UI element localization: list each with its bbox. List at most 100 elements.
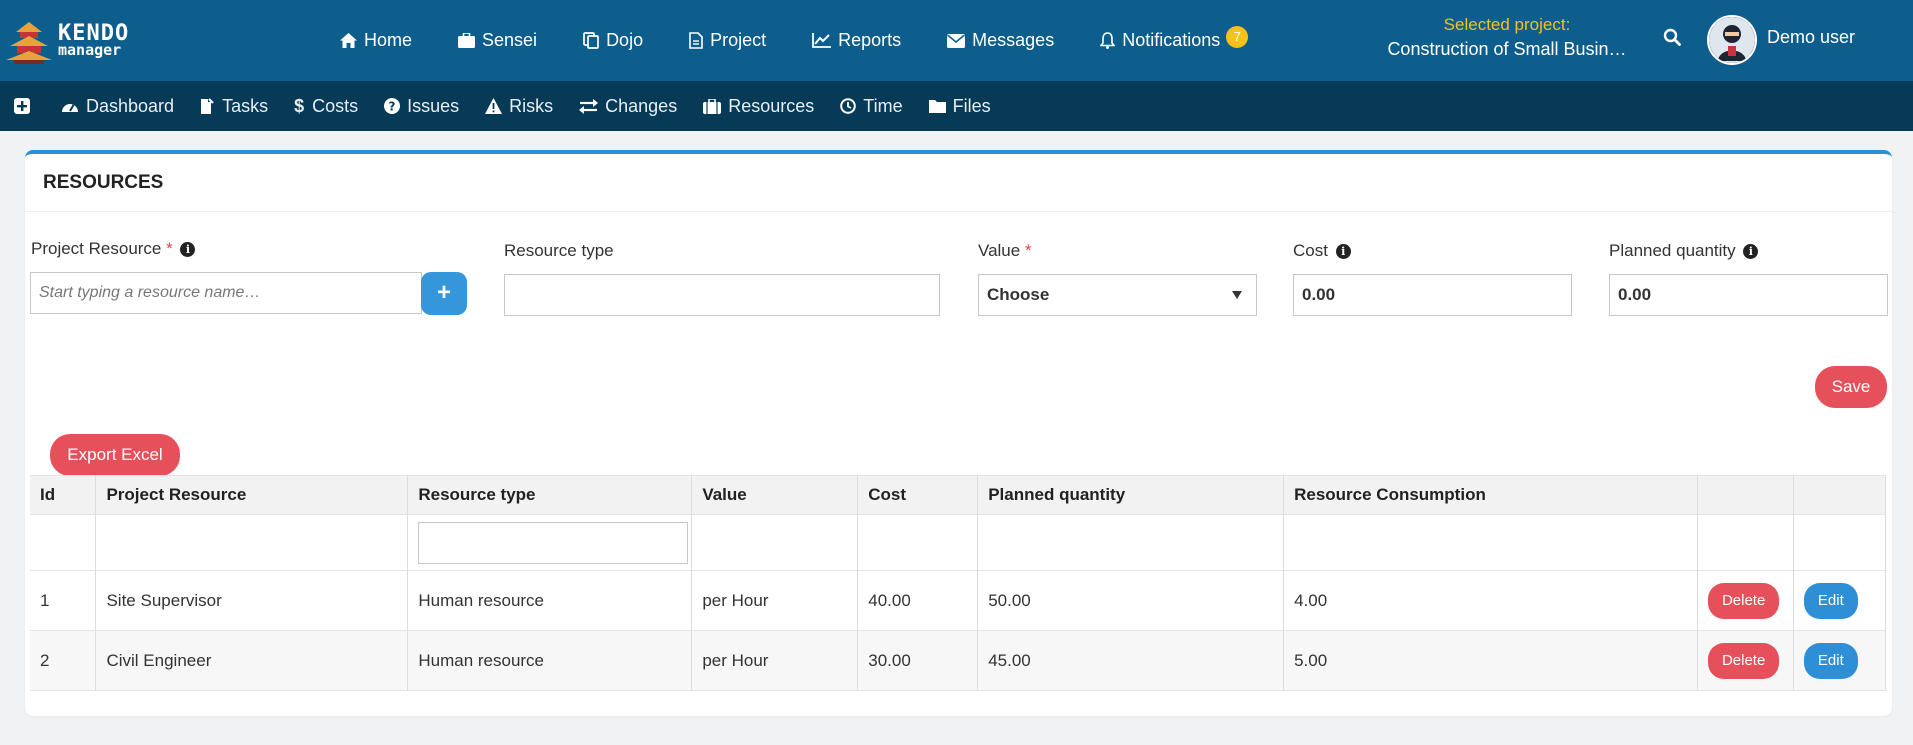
folder-icon [928, 100, 946, 113]
home-icon [340, 33, 357, 48]
avatar[interactable] [1707, 15, 1757, 65]
cell-project-resource: Site Supervisor [95, 570, 409, 631]
search-icon [1663, 28, 1681, 46]
cell-resource-type: Human resource [407, 570, 693, 631]
bell-icon [1100, 32, 1116, 49]
copy-icon [583, 32, 599, 49]
file-icon [689, 32, 703, 49]
cell-value: per Hour [691, 570, 859, 631]
cell-resource-type: Human resource [407, 630, 693, 691]
cost-group: Cost i [1293, 241, 1351, 261]
project-resource-label: Project Resource * i [31, 239, 196, 259]
project-subnav: Dashboard Tasks $ Costs ? Issues Risks C… [0, 81, 1913, 131]
filter-row [30, 514, 1887, 571]
export-excel-button[interactable]: Export Excel [50, 434, 180, 476]
cell-id: 2 [30, 630, 97, 691]
planned-quantity-input[interactable]: 0.00 [1609, 274, 1888, 316]
value-label: Value * [978, 241, 1032, 260]
value-select[interactable]: Choose [978, 274, 1257, 316]
delete-button[interactable]: Delete [1707, 642, 1780, 679]
table-row[interactable]: 2 Civil Engineer Human resource per Hour… [30, 630, 1887, 691]
subnav-tasks[interactable]: Tasks [200, 96, 268, 117]
question-icon: ? [384, 98, 401, 114]
nav-reports[interactable]: Reports [812, 30, 901, 51]
column-header-planned-quantity[interactable]: Planned quantity [977, 475, 1285, 515]
kendo-logo[interactable]: KENDO manager [6, 18, 146, 66]
planned-quantity-group: Planned quantity i [1609, 241, 1759, 261]
ninja-avatar-icon [1709, 17, 1755, 63]
nav-messages[interactable]: Messages [947, 30, 1054, 51]
project-resource-input[interactable]: Start typing a resource name… [30, 272, 422, 314]
info-icon[interactable]: i [1335, 244, 1351, 260]
planned-quantity-label: Planned quantity i [1609, 241, 1759, 261]
subnav-dashboard[interactable]: Dashboard [61, 96, 174, 117]
cell-project-resource: Civil Engineer [95, 630, 409, 691]
project-resource-group: Project Resource * i [31, 239, 196, 259]
suitcase-icon [703, 98, 722, 114]
logo-text: KENDO manager [58, 21, 130, 59]
delete-button[interactable]: Delete [1707, 582, 1780, 619]
resource-type-filter-input[interactable] [418, 521, 689, 564]
column-header-id[interactable]: Id [30, 475, 97, 515]
table-row[interactable]: 1 Site Supervisor Human resource per Hou… [30, 570, 1887, 631]
notifications-badge: 7 [1226, 25, 1249, 48]
tasks-icon [201, 97, 214, 114]
cell-cost: 40.00 [857, 570, 979, 631]
add-resource-button[interactable]: + [421, 272, 467, 315]
column-header-edit [1793, 475, 1887, 515]
dashboard-icon [62, 103, 78, 112]
cell-planned-quantity: 45.00 [977, 630, 1285, 691]
subnav-changes[interactable]: Changes [579, 96, 677, 117]
selected-project[interactable]: Selected project: Construction of Small … [1372, 15, 1642, 60]
column-header-project-resource[interactable]: Project Resource [95, 475, 409, 515]
search-button[interactable] [1663, 28, 1681, 51]
subnav-costs[interactable]: $ Costs [294, 96, 358, 117]
column-header-delete [1697, 475, 1794, 515]
dollar-icon: $ [294, 95, 305, 116]
nav-sensei[interactable]: Sensei [458, 30, 537, 51]
warning-icon [485, 98, 503, 114]
subnav-time[interactable]: Time [840, 96, 903, 117]
cell-id: 1 [30, 570, 97, 631]
cell-resource-consumption: 4.00 [1283, 570, 1698, 631]
chevron-down-icon [1232, 291, 1242, 299]
nav-dojo[interactable]: Dojo [583, 30, 643, 51]
edit-button[interactable]: Edit [1803, 642, 1858, 679]
briefcase-icon [458, 33, 476, 48]
exchange-icon [579, 98, 599, 114]
main-menu: Home Sensei Dojo Project Reports Message… [340, 0, 1294, 81]
subnav-issues[interactable]: ? Issues [384, 96, 459, 117]
nav-home[interactable]: Home [340, 30, 412, 51]
nav-project[interactable]: Project [689, 30, 766, 51]
resource-type-input[interactable] [504, 274, 940, 316]
cost-input[interactable]: 0.00 [1293, 274, 1572, 316]
info-icon[interactable]: i [1743, 244, 1759, 260]
column-header-resource-consumption[interactable]: Resource Consumption [1283, 475, 1698, 515]
column-header-resource-type[interactable]: Resource type [407, 475, 693, 515]
cost-label: Cost i [1293, 241, 1351, 261]
top-navbar: KENDO manager Home Sensei Dojo Project R… [0, 0, 1913, 81]
cell-resource-consumption: 5.00 [1283, 630, 1698, 691]
resource-type-label: Resource type [504, 241, 614, 260]
nav-notifications[interactable]: Notifications 7 [1100, 25, 1249, 52]
cell-value: per Hour [691, 630, 859, 691]
plus-icon: + [436, 279, 451, 306]
subnav-risks[interactable]: Risks [485, 96, 553, 117]
user-name[interactable]: Demo user [1767, 27, 1855, 48]
add-button[interactable] [14, 98, 37, 114]
svg-text:?: ? [389, 100, 396, 114]
line-chart-icon [812, 33, 832, 48]
save-button[interactable]: Save [1815, 366, 1887, 408]
clock-icon [840, 98, 857, 114]
envelope-icon [947, 33, 966, 48]
info-icon[interactable]: i [180, 242, 196, 258]
edit-button[interactable]: Edit [1803, 582, 1858, 619]
panel-title: RESOURCES [25, 154, 1892, 212]
subnav-files[interactable]: Files [928, 96, 991, 117]
column-header-cost[interactable]: Cost [857, 475, 979, 515]
resource-type-group: Resource type [504, 241, 614, 261]
subnav-resources[interactable]: Resources [703, 96, 814, 117]
cell-cost: 30.00 [857, 630, 979, 691]
pagoda-logo-icon [6, 22, 52, 64]
column-header-value[interactable]: Value [691, 475, 859, 515]
